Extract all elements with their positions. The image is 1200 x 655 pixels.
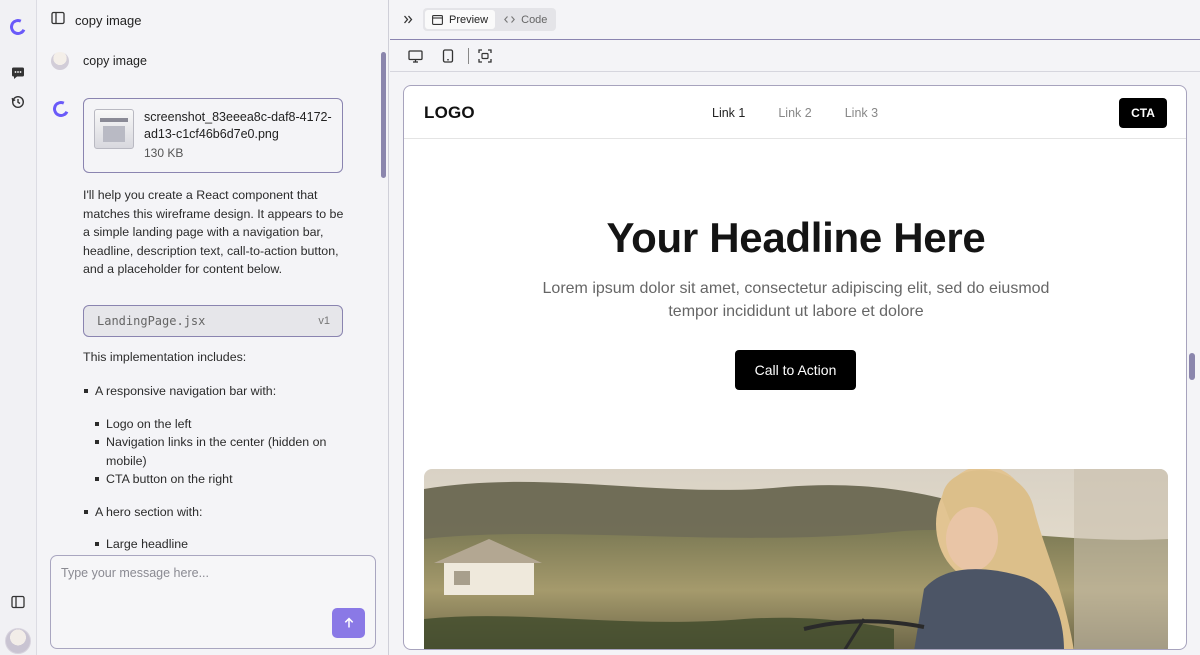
preview-scrollbar[interactable] <box>1189 353 1195 380</box>
screenshot-icon[interactable] <box>477 48 493 64</box>
tab-preview[interactable]: Preview <box>425 10 496 29</box>
view-tabs: Preview Code <box>423 8 557 31</box>
site-logo[interactable]: LOGO <box>424 103 475 123</box>
icon-rail <box>0 0 37 655</box>
assistant-logo-icon <box>50 98 72 120</box>
hero-cta-button[interactable]: Call to Action <box>735 350 856 390</box>
browser-icon <box>432 14 443 25</box>
list-subitem: CTA button on the right <box>83 470 345 489</box>
list-subitem: Navigation links in the center (hidden o… <box>83 433 345 470</box>
site-cta-button[interactable]: CTA <box>1119 98 1167 128</box>
send-button[interactable] <box>332 608 365 638</box>
chat-header: copy image <box>51 10 141 30</box>
site-link-3[interactable]: Link 3 <box>845 106 878 120</box>
list-item: A responsive navigation bar with: <box>83 382 345 401</box>
chat-icon[interactable] <box>9 64 27 82</box>
user-message: copy image <box>51 52 147 70</box>
site-link-1[interactable]: Link 1 <box>712 106 745 120</box>
list-intro: This implementation includes: <box>83 350 247 364</box>
list-item: A hero section with: <box>83 503 345 522</box>
hero-photo <box>424 469 1168 649</box>
user-message-text: copy image <box>83 54 147 68</box>
code-artifact-version: v1 <box>318 315 330 327</box>
code-icon <box>504 16 516 23</box>
message-input[interactable] <box>51 556 375 616</box>
chat-scrollbar[interactable] <box>381 52 386 178</box>
desktop-view-icon[interactable] <box>407 48 423 64</box>
sidebar-toggle-icon[interactable] <box>9 593 27 611</box>
chat-title[interactable]: copy image <box>75 13 141 28</box>
code-artifact-button[interactable]: LandingPage.jsx v1 <box>83 305 343 337</box>
list-subitem: Large headline <box>83 535 345 554</box>
history-icon[interactable] <box>9 93 27 111</box>
code-artifact-name: LandingPage.jsx <box>97 314 206 328</box>
toolbar-divider <box>468 48 469 64</box>
device-toolbar <box>390 40 1200 72</box>
tab-preview-label: Preview <box>449 13 489 26</box>
double-chevron-right-icon[interactable] <box>403 13 414 28</box>
feature-list: A responsive navigation bar with: Logo o… <box>83 382 345 554</box>
tab-code-label: Code <box>521 13 548 26</box>
user-avatar[interactable] <box>5 628 31 654</box>
attachment-thumbnail <box>94 109 134 149</box>
chat-panel: copy image copy image screenshot_83eeea8… <box>37 0 389 655</box>
tablet-view-icon[interactable] <box>440 48 456 64</box>
preview-frame: LOGO Link 1 Link 2 Link 3 CTA Your Headl… <box>403 85 1187 650</box>
attachment-name: screenshot_83eeea8c-daf8-4172-ad13-c1cf4… <box>144 110 332 141</box>
brand-logo-icon[interactable] <box>7 16 29 38</box>
panel-toggle-icon[interactable] <box>51 11 65 30</box>
site-navbar: LOGO Link 1 Link 2 Link 3 CTA <box>404 86 1186 139</box>
message-input-box <box>50 555 376 649</box>
list-subitem: Logo on the left <box>83 415 345 434</box>
arrow-up-icon <box>344 617 353 628</box>
site-nav-links: Link 1 Link 2 Link 3 <box>712 106 878 120</box>
preview-toolbar: Preview Code <box>390 0 1200 40</box>
attachment-size: 130 KB <box>144 146 184 160</box>
site-link-2[interactable]: Link 2 <box>778 106 811 120</box>
user-message-avatar <box>51 52 69 70</box>
tab-code[interactable]: Code <box>497 10 554 29</box>
attachment-card[interactable]: screenshot_83eeea8c-daf8-4172-ad13-c1cf4… <box>83 98 343 173</box>
preview-panel: Preview Code LOGO Link 1 Link 2 Link 3 C… <box>390 0 1200 655</box>
hero-headline: Your Headline Here <box>606 214 986 261</box>
assistant-intro: I'll help you create a React component t… <box>83 188 344 276</box>
hero-description: Lorem ipsum dolor sit amet, consectetur … <box>542 280 1050 320</box>
